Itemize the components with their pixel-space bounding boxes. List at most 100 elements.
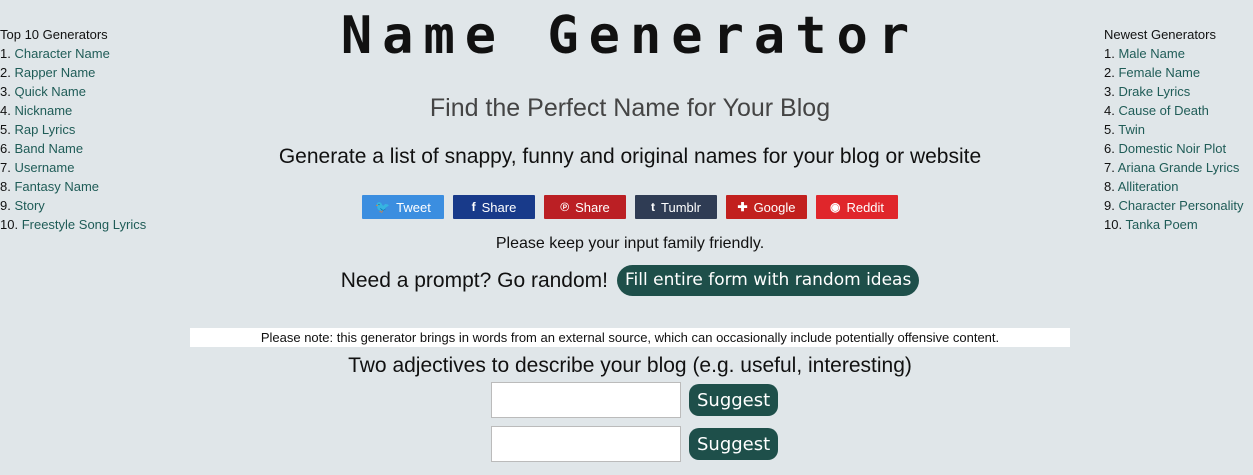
newest-generator-item-number: 2.	[1104, 65, 1115, 80]
newest-generator-item: 4. Cause of Death	[1104, 101, 1253, 120]
newest-generator-item-link[interactable]: Male Name	[1118, 46, 1184, 61]
top-generator-item-number: 7.	[0, 160, 11, 175]
newest-generator-item-number: 7.	[1104, 160, 1115, 175]
top-generator-item: 3. Quick Name	[0, 82, 190, 101]
fill-random-button[interactable]: Fill entire form with random ideas	[617, 265, 920, 296]
newest-generator-item-number: 1.	[1104, 46, 1115, 61]
suggest-button-1[interactable]: Suggest	[689, 384, 779, 416]
random-prompt-row: Need a prompt? Go random! Fill entire fo…	[190, 265, 1070, 296]
share-buttons: 🐦 Tweet f Share ℗ Share t Tumblr ✚ Google ◉ Reddit	[362, 195, 898, 219]
content-warning-note: Please note: this generator brings in wo…	[190, 328, 1070, 347]
top-generator-item-link[interactable]: Fantasy Name	[14, 179, 99, 194]
site-logo[interactable]: Name Generator	[190, 6, 1070, 66]
newest-generators-list: Newest Generators 1. Male Name 2. Female …	[1104, 25, 1253, 234]
top-generator-item-number: 4.	[0, 103, 11, 118]
top-generator-item-link[interactable]: Freestyle Song Lyrics	[22, 217, 147, 232]
top-generator-item: 7. Username	[0, 158, 190, 177]
top-generator-item-number: 10.	[0, 217, 19, 232]
top-generator-item: 4. Nickname	[0, 101, 190, 120]
tumblr-share-button[interactable]: t Tumblr	[635, 195, 717, 219]
suggest-button-2[interactable]: Suggest	[689, 428, 779, 460]
newest-generator-item-number: 3.	[1104, 84, 1115, 99]
form-question-label: Two adjectives to describe your blog (e.…	[348, 354, 912, 377]
pinterest-icon: ℗	[560, 200, 570, 214]
newest-generator-item: 10. Tanka Poem	[1104, 215, 1253, 234]
newest-generator-item-link[interactable]: Female Name	[1118, 65, 1200, 80]
tumblr-icon: t	[651, 200, 656, 214]
newest-generator-item: 1. Male Name	[1104, 44, 1253, 63]
page-tagline: Generate a list of snappy, funny and ori…	[278, 145, 982, 168]
newest-generator-item-link[interactable]: Drake Lyrics	[1118, 84, 1190, 99]
newest-generator-item: 8. Alliteration	[1104, 177, 1253, 196]
adjective-row-1: Suggest	[491, 382, 779, 418]
top-generator-item-link[interactable]: Rapper Name	[14, 65, 95, 80]
share-button-label: Share	[481, 199, 517, 215]
top-generator-item-number: 5.	[0, 122, 11, 137]
top-generator-item-link[interactable]: Story	[14, 198, 44, 213]
newest-generator-item-number: 9.	[1104, 198, 1115, 213]
top-generator-item-number: 3.	[0, 84, 11, 99]
top-generator-item-link[interactable]: Band Name	[14, 141, 83, 156]
top-generator-item-link[interactable]: Nickname	[14, 103, 72, 118]
share-button-label: Tumblr	[661, 199, 701, 215]
reddit-icon: ◉	[829, 200, 841, 214]
top-generator-item-number: 2.	[0, 65, 11, 80]
top-generators-heading: Top 10 Generators	[0, 27, 108, 42]
top-generators-list: Top 10 Generators 1. Character Name 2. Ra…	[0, 25, 190, 234]
newest-generator-item-number: 10.	[1104, 217, 1123, 232]
newest-generator-item-link[interactable]: Twin	[1118, 122, 1145, 137]
share-button-label: Google	[753, 199, 796, 215]
top-generator-item-number: 8.	[0, 179, 11, 194]
top-generator-item-link[interactable]: Rap Lyrics	[14, 122, 75, 137]
share-button-label: Tweet	[396, 199, 431, 215]
pinterest-share-button[interactable]: ℗ Share	[544, 195, 626, 219]
share-button-label: Share	[575, 199, 610, 215]
newest-generator-item: 7. Ariana Grande Lyrics	[1104, 158, 1253, 177]
family-friendly-notice: Please keep your input family friendly.	[495, 235, 765, 252]
top-generator-item: 9. Story	[0, 196, 190, 215]
top-generator-item-number: 6.	[0, 141, 11, 156]
top-generator-item: 10. Freestyle Song Lyrics	[0, 215, 190, 234]
newest-generator-item-link[interactable]: Character Personality	[1118, 198, 1243, 213]
prompt-text: Need a prompt? Go random!	[340, 268, 608, 292]
newest-generator-item-link[interactable]: Cause of Death	[1118, 103, 1208, 118]
newest-generators-heading: Newest Generators	[1104, 27, 1216, 42]
top-generator-item: 6. Band Name	[0, 139, 190, 158]
adjective-row-2: Suggest	[491, 426, 779, 462]
newest-generator-item-number: 5.	[1104, 122, 1115, 137]
top-generator-item-number: 9.	[0, 198, 11, 213]
top-generator-item: 2. Rapper Name	[0, 63, 190, 82]
top-generators-items: 1. Character Name 2. Rapper Name 3. Quick …	[0, 44, 190, 234]
facebook-share-button[interactable]: f Share	[453, 195, 535, 219]
top-generator-item: 5. Rap Lyrics	[0, 120, 190, 139]
newest-generators-items: 1. Male Name 2. Female Name 3. Drake Lyric…	[1104, 44, 1253, 234]
top-generator-item: 1. Character Name	[0, 44, 190, 63]
newest-generator-item-number: 6.	[1104, 141, 1115, 156]
newest-generator-item: 3. Drake Lyrics	[1104, 82, 1253, 101]
newest-generator-item: 6. Domestic Noir Plot	[1104, 139, 1253, 158]
top-generator-item-number: 1.	[0, 46, 11, 61]
google-plus-share-button[interactable]: ✚ Google	[726, 195, 807, 219]
adjective-input-1[interactable]	[491, 382, 681, 418]
top-generator-item: 8. Fantasy Name	[0, 177, 190, 196]
newest-generator-item-link[interactable]: Alliteration	[1118, 179, 1179, 194]
adjective-input-2[interactable]	[491, 426, 681, 462]
reddit-share-button[interactable]: ◉ Reddit	[816, 195, 898, 219]
newest-generator-item-number: 8.	[1104, 179, 1115, 194]
newest-generator-item: 2. Female Name	[1104, 63, 1253, 82]
top-generator-item-link[interactable]: Quick Name	[14, 84, 86, 99]
newest-generator-item-number: 4.	[1104, 103, 1115, 118]
twitter-share-button[interactable]: 🐦 Tweet	[362, 195, 444, 219]
newest-generator-item: 5. Twin	[1104, 120, 1253, 139]
newest-generator-item-link[interactable]: Domestic Noir Plot	[1118, 141, 1226, 156]
newest-generator-item-link[interactable]: Tanka Poem	[1125, 217, 1197, 232]
facebook-icon: f	[471, 200, 476, 214]
google-plus-icon: ✚	[737, 200, 748, 214]
twitter-icon: 🐦	[375, 200, 391, 214]
top-generator-item-link[interactable]: Character Name	[14, 46, 109, 61]
newest-generator-item: 9. Character Personality	[1104, 196, 1253, 215]
share-button-label: Reddit	[846, 199, 885, 215]
top-generator-item-link[interactable]: Username	[14, 160, 74, 175]
newest-generator-item-link[interactable]: Ariana Grande Lyrics	[1118, 160, 1240, 175]
page-subtitle: Find the Perfect Name for Your Blog	[429, 94, 831, 122]
